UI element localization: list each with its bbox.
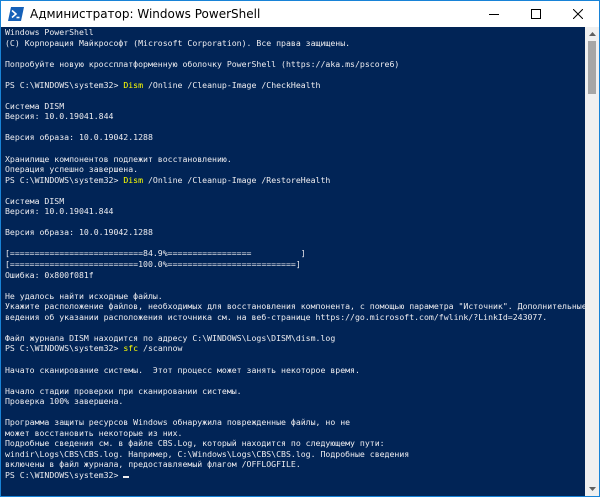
output-line: [===========================84.9%=======… — [5, 248, 306, 259]
output-line: Не удалось найти исходные файлы. — [5, 290, 163, 301]
output-line: Подробные сведения см. в файле CBS.Log, … — [5, 438, 385, 449]
window-title: Администратор: Windows PowerShell — [30, 7, 261, 21]
close-button[interactable] — [557, 1, 599, 27]
output-line: Система DISM — [5, 195, 65, 206]
arrow-down-icon — [588, 487, 596, 491]
prompt-line: PS C:\WINDOWS\system32> Dism /Online /Cl… — [5, 80, 585, 91]
output-line: windir\Logs\CBS\CBS.log. Например, C:\Wi… — [5, 448, 410, 459]
output-line: Система DISM — [5, 100, 65, 111]
command-args: /Online /Cleanup-Image /CheckHealth — [143, 79, 321, 90]
window-controls — [473, 1, 599, 27]
output-line: может восстановить некоторые из них. — [5, 427, 183, 438]
command-name: Dism — [123, 79, 144, 90]
output-line: (C) Корпорация Майкрософт (Microsoft Cor… — [5, 37, 351, 48]
arrow-up-icon — [588, 32, 596, 36]
minimize-button[interactable] — [473, 1, 515, 27]
vertical-scrollbar[interactable] — [585, 27, 599, 496]
output-line: ведения об указании расположения источни… — [5, 311, 548, 322]
output-line: включены в файл журнала, предоставляемый… — [5, 459, 301, 470]
output-line: Операция успешно завершена. — [5, 164, 139, 175]
console-text: Windows PowerShell (C) Корпорация Майкрос… — [1, 27, 585, 481]
output-line: Версия образа: 10.0.19042.1288 — [5, 227, 153, 238]
minimize-icon — [489, 14, 499, 15]
maximize-button[interactable] — [515, 1, 557, 27]
close-icon — [573, 9, 583, 19]
output-line: Хранилище компонентов подлежит восстанов… — [5, 153, 232, 164]
output-line: Ошибка: 0x800f081f — [5, 269, 94, 280]
output-line: Начато сканирование системы. Этот процес… — [5, 364, 360, 375]
title-bar[interactable]: Администратор: Windows PowerShell — [1, 1, 599, 27]
output-line: Программа защиты ресурсов Windows обнару… — [5, 417, 351, 428]
output-line: Попробуйте новую кроссплатформенную обол… — [5, 58, 400, 69]
output-line: Файл журнала DISM находится по адресу C:… — [5, 332, 336, 343]
output-line: Начало стадии проверки при сканировании … — [5, 385, 242, 396]
prompt-text: PS C:\WINDOWS\system32> — [5, 343, 124, 354]
command-args: /Online /Cleanup-Image /RestoreHealth — [143, 174, 331, 185]
output-line: Версия образа: 10.0.19042.1288 — [5, 132, 153, 143]
command-args: /scannow — [138, 343, 183, 354]
prompt-line: PS C:\WINDOWS\system32> sfc /scannow — [5, 343, 585, 354]
prompt-text: PS C:\WINDOWS\system32> — [5, 469, 124, 480]
output-line: Укажите расположение файлов, необходимых… — [5, 301, 585, 312]
scrollbar-thumb[interactable] — [588, 41, 596, 94]
output-line: [==========================100.0%=======… — [5, 259, 301, 270]
prompt-text: PS C:\WINDOWS\system32> — [5, 79, 124, 90]
maximize-icon — [531, 9, 541, 19]
prompt-line: PS C:\WINDOWS\system32> — [5, 470, 585, 481]
command-name: Dism — [123, 174, 144, 185]
text-cursor — [123, 475, 130, 478]
output-line: Версия: 10.0.19041.844 — [5, 111, 114, 122]
command-name: sfc — [123, 343, 139, 354]
scroll-down-button[interactable] — [585, 482, 599, 496]
prompt-line: PS C:\WINDOWS\system32> Dism /Online /Cl… — [5, 175, 585, 186]
console-output[interactable]: Windows PowerShell (C) Корпорация Майкрос… — [1, 27, 585, 496]
output-line: Проверка 100% завершена. — [5, 396, 124, 407]
prompt-text: PS C:\WINDOWS\system32> — [5, 174, 124, 185]
scroll-up-button[interactable] — [585, 27, 599, 41]
output-line: Windows PowerShell — [5, 27, 94, 37]
powershell-icon — [8, 6, 24, 22]
powershell-window: Администратор: Windows PowerShell Window… — [0, 0, 600, 497]
output-line: Версия: 10.0.19041.844 — [5, 206, 114, 217]
